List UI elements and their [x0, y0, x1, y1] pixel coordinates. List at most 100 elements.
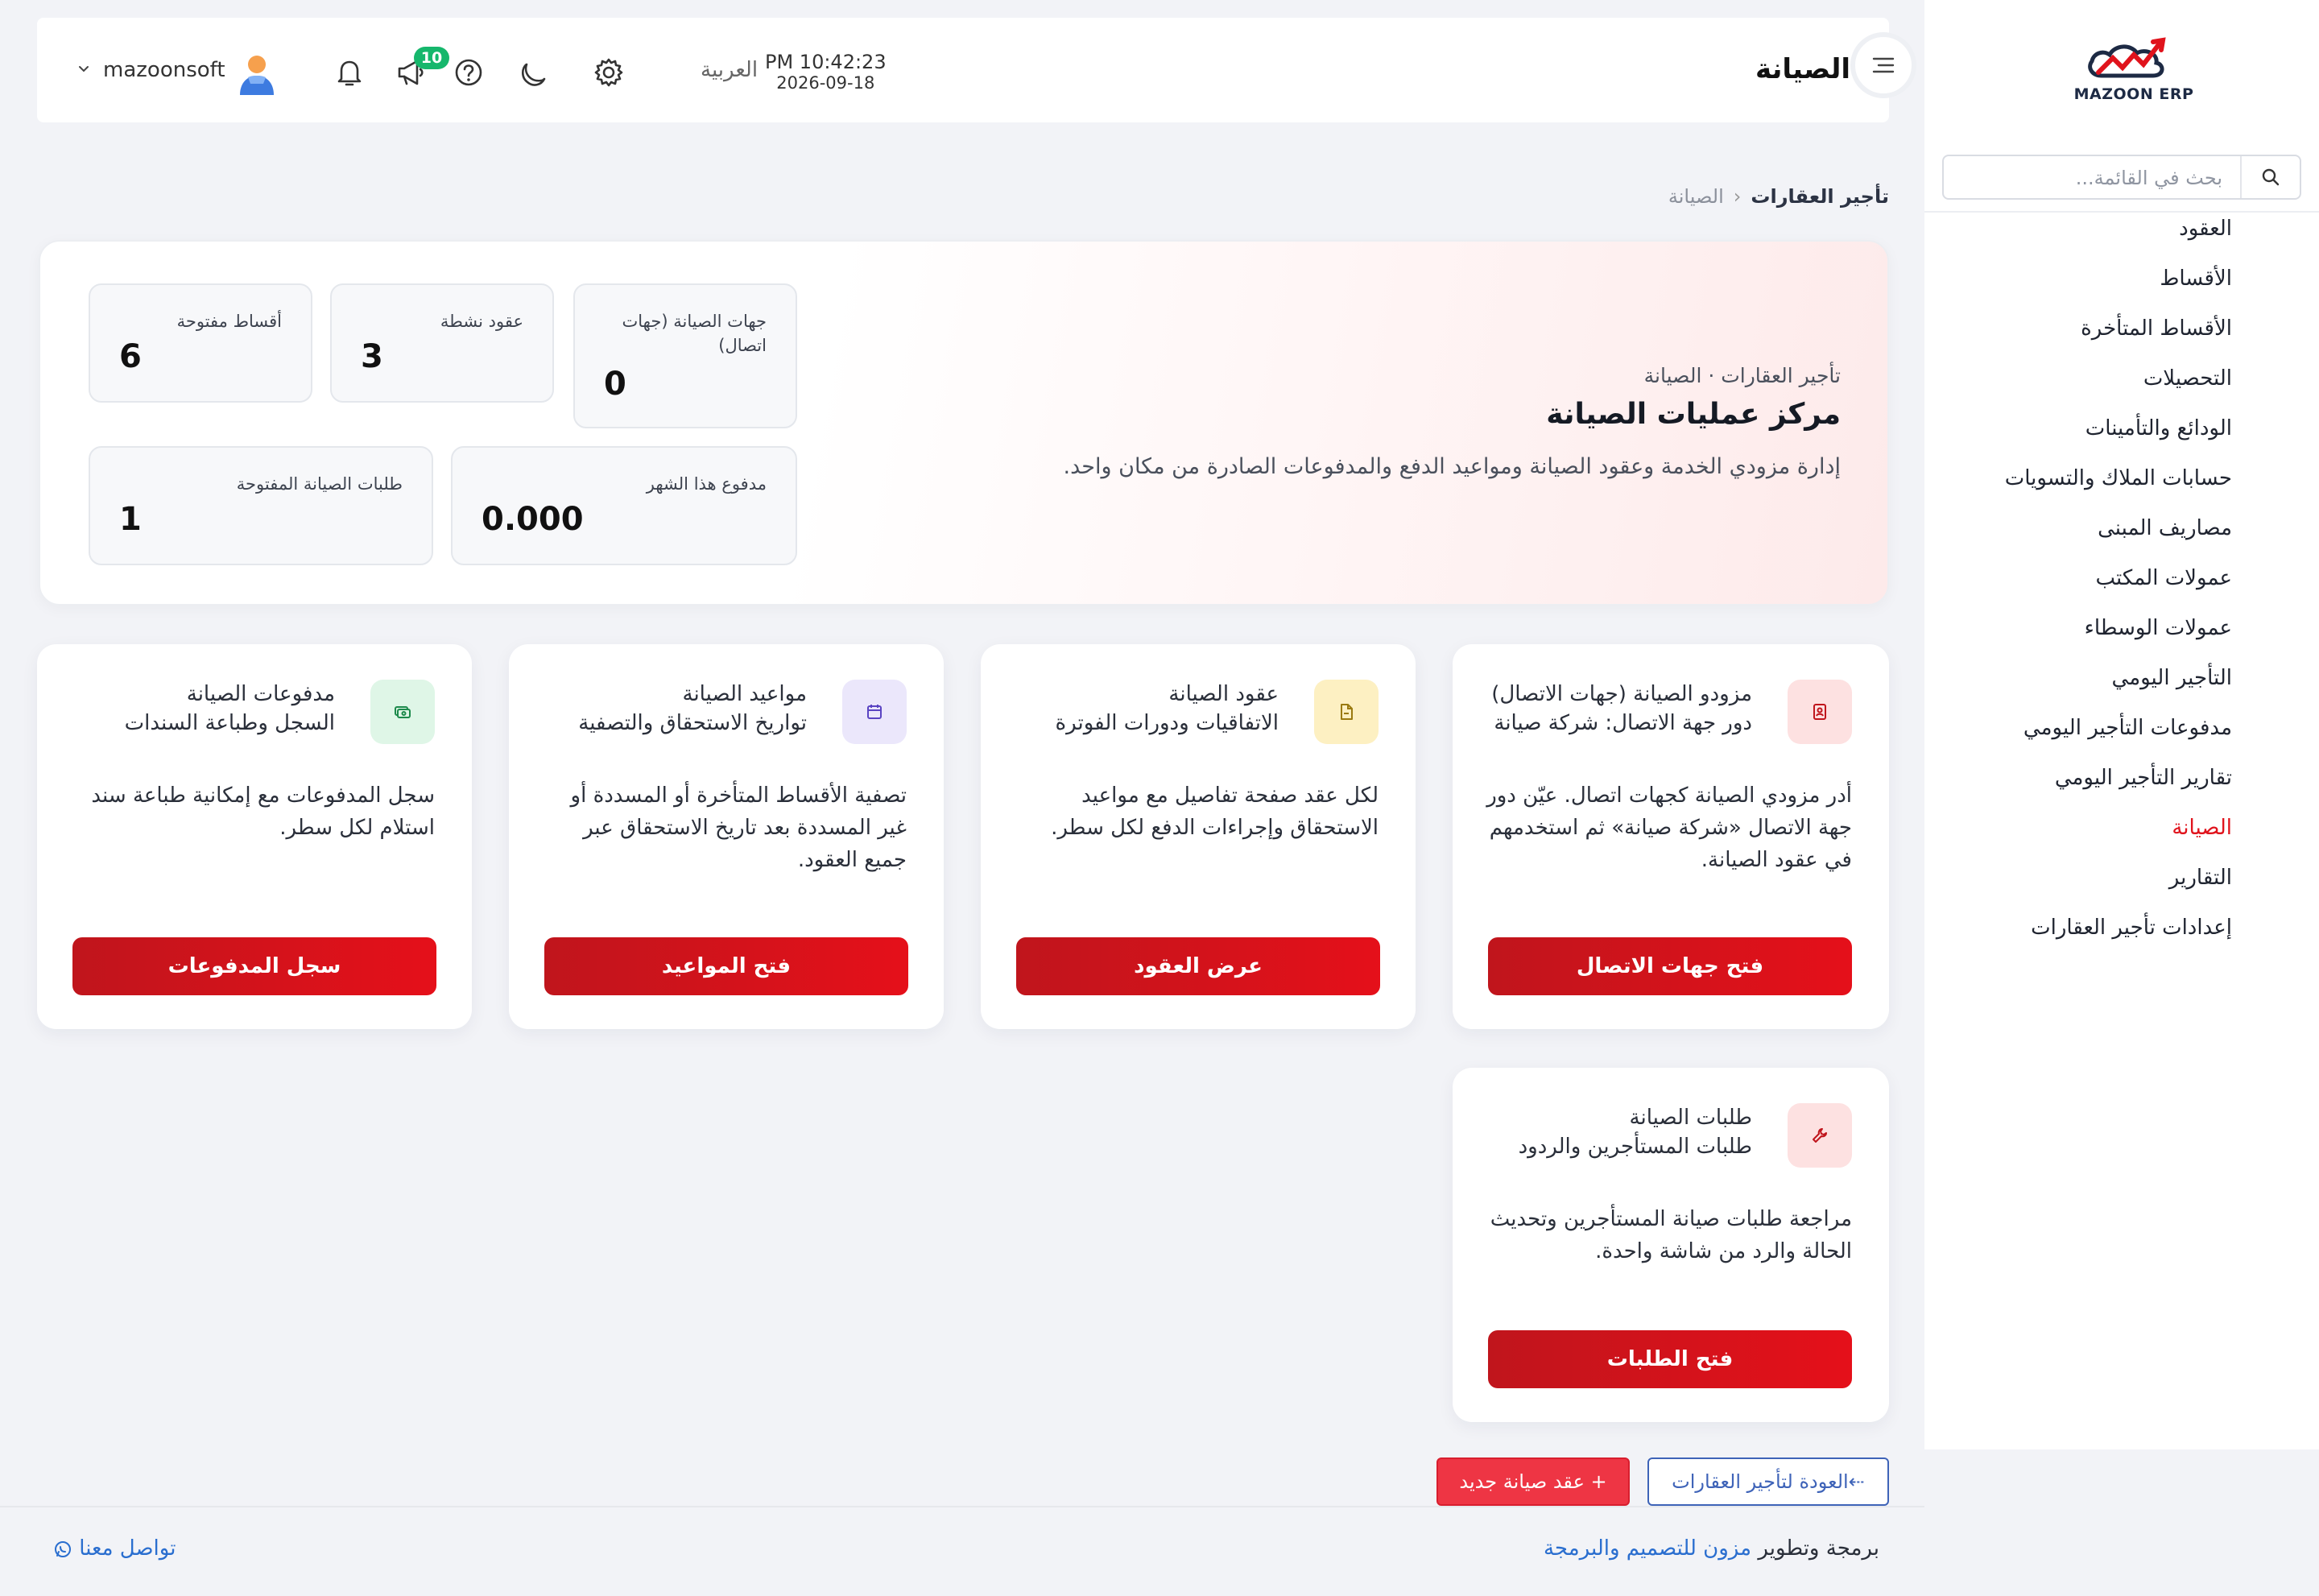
card-description: تصفية الأقساط المتأخرة أو المسددة أو غير… — [570, 784, 907, 872]
sidebar-item-contracts[interactable]: العقود — [1910, 211, 2232, 261]
clock: PM 10:42:23 2026-09-18 — [765, 50, 887, 92]
card-description: لكل عقد صفحة تفاصيل مع مواعيد الاستحقاق … — [1051, 784, 1379, 840]
sidebar-item-deposits[interactable]: الودائع والتأمينات — [1910, 411, 2232, 461]
new-maintenance-contract-button[interactable]: + عقد صيانة جديد — [1436, 1457, 1630, 1506]
card-subtitle: دور جهة الاتصال: شركة صيانة — [1494, 711, 1752, 735]
footer-credit-link[interactable]: مزون للتصميم والبرمجة — [1544, 1536, 1751, 1561]
sidebar-item-daily-rental[interactable]: التأجير اليومي — [1910, 660, 2232, 710]
card-schedule: مواعيد الصيانة تواريخ الاستحقاق والتصفية… — [509, 644, 944, 1029]
card-subtitle: الاتفاقيات ودورات الفوترة — [1055, 711, 1279, 735]
breadcrumb: تأجير العقارات ‹ الصيانة — [1668, 185, 1889, 208]
bell-icon[interactable] — [332, 55, 367, 90]
notification-badge: 10 — [414, 47, 449, 69]
card-icon-box — [1788, 680, 1852, 744]
card-title: مدفوعات الصيانة — [186, 682, 335, 706]
calendar-icon — [867, 705, 882, 719]
money-icon — [395, 706, 411, 718]
contact-us-label: تواصل معنا — [79, 1536, 176, 1561]
footer-divider — [0, 1506, 1924, 1507]
hero-title: مركز عمليات الصيانة — [1546, 398, 1841, 431]
moon-icon[interactable] — [517, 55, 552, 90]
menu-toggle-button[interactable] — [1850, 32, 1916, 98]
sidebar: MAZOON ERP العقود الأقساط الأقساط المتأخ… — [1924, 0, 2319, 1449]
open-requests-button[interactable]: فتح الطلبات — [1488, 1330, 1852, 1388]
hamburger-icon — [1872, 57, 1895, 73]
stat-label: مدفوع هذا الشهر — [646, 474, 767, 494]
stat-value: 3 — [361, 338, 383, 375]
hero-panel: تأجير العقارات · الصيانة مركز عمليات الص… — [39, 240, 1889, 606]
clock-date: 2026-09-18 — [776, 73, 875, 93]
footer-credit: برمجة وتطوير مزون للتصميم والبرمجة — [1544, 1536, 1879, 1561]
stat-value: 0.000 — [482, 501, 584, 538]
card-title: طلبات الصيانة — [1629, 1106, 1752, 1130]
sidebar-item-office-commissions[interactable]: عمولات المكتب — [1910, 560, 2232, 610]
search-divider — [2240, 156, 2242, 198]
contact-card-icon — [1813, 704, 1826, 720]
sidebar-item-daily-rental-reports[interactable]: تقارير التأجير اليومي — [1910, 760, 2232, 810]
sidebar-item-overdue-installments[interactable]: الأقساط المتأخرة — [1910, 311, 2232, 361]
stat-open-requests: طلبات الصيانة المفتوحة 1 — [89, 446, 433, 565]
breadcrumb-root[interactable]: تأجير العقارات — [1751, 185, 1889, 208]
sidebar-item-broker-commissions[interactable]: عمولات الوسطاء — [1910, 610, 2232, 660]
card-title: عقود الصيانة — [1168, 682, 1279, 706]
gear-icon[interactable] — [591, 55, 626, 90]
logo-text: MAZOON ERP — [2073, 85, 2194, 103]
avatar[interactable] — [237, 52, 277, 97]
top-header: الصيانة PM 10:42:23 2026-09-18 العربية 1… — [37, 18, 1889, 122]
sidebar-item-installments[interactable]: الأقساط — [1910, 261, 2232, 311]
card-icon-box — [842, 680, 907, 744]
stat-value: 1 — [119, 501, 142, 538]
sidebar-item-owner-accounts[interactable]: حسابات الملاك والتسويات — [1910, 461, 2232, 511]
sidebar-search — [1942, 155, 2301, 200]
clock-time: PM 10:42:23 — [765, 51, 887, 73]
chevron-down-icon[interactable] — [77, 64, 90, 74]
payments-log-button[interactable]: سجل المدفوعات — [72, 937, 436, 995]
card-icon-box — [1314, 680, 1379, 744]
card-description: أدر مزودي الصيانة كجهات اتصال. عيّن دور … — [1486, 784, 1852, 872]
language-switch[interactable]: العربية — [701, 58, 758, 82]
sidebar-item-settings[interactable]: إعدادات تأجير العقارات — [1910, 910, 2232, 960]
stat-label: أقساط مفتوحة — [176, 312, 282, 331]
open-schedule-button[interactable]: فتح المواعيد — [544, 937, 908, 995]
footer-credit-prefix: برمجة وتطوير — [1751, 1536, 1879, 1561]
stat-open-installments: أقساط مفتوحة 6 — [89, 283, 312, 403]
sidebar-item-maintenance[interactable]: الصيانة — [1910, 810, 2232, 860]
sidebar-menu: العقود الأقساط الأقساط المتأخرة التحصيلا… — [1910, 211, 2232, 960]
page-title: الصيانة — [1755, 53, 1850, 85]
card-title: مواعيد الصيانة — [682, 682, 808, 706]
back-to-rentals-button[interactable]: ⇠العودة لتأجير العقارات — [1647, 1457, 1889, 1506]
contact-us-link[interactable]: تواصل معنا — [45, 1536, 176, 1561]
card-description: سجل المدفوعات مع إمكانية طباعة سند استلا… — [91, 784, 435, 840]
whatsapp-icon — [55, 1540, 71, 1557]
sidebar-search-input[interactable] — [1965, 164, 2222, 192]
username[interactable]: mazoonsoft — [103, 58, 225, 82]
logo-graphic-icon — [2088, 37, 2166, 78]
wrench-icon — [1813, 1128, 1827, 1143]
card-subtitle: السجل وطباعة السندات — [124, 711, 335, 735]
view-contracts-button[interactable]: عرض العقود — [1016, 937, 1380, 995]
card-providers: مزودو الصيانة (جهات الاتصال) دور جهة الا… — [1453, 644, 1889, 1029]
sidebar-item-reports[interactable]: التقارير — [1910, 860, 2232, 910]
card-icon-box — [1788, 1103, 1852, 1168]
open-contacts-button[interactable]: فتح جهات الاتصال — [1488, 937, 1852, 995]
card-description: مراجعة طلبات صيانة المستأجرين وتحديث الح… — [1490, 1207, 1852, 1263]
sidebar-item-daily-rental-payments[interactable]: مدفوعات التأجير اليومي — [1910, 710, 2232, 760]
help-icon[interactable] — [451, 55, 486, 90]
sidebar-item-collections[interactable]: التحصيلات — [1910, 361, 2232, 411]
breadcrumb-current: الصيانة — [1668, 185, 1724, 208]
stat-value: 6 — [119, 338, 142, 375]
search-icon[interactable] — [2261, 167, 2280, 187]
card-subtitle: تواريخ الاستحقاق والتصفية — [578, 711, 807, 735]
stat-label: طلبات الصيانة المفتوحة — [236, 474, 403, 494]
hero-description: إدارة مزودي الخدمة وعقود الصيانة ومواعيد… — [1063, 454, 1841, 479]
mazoon-logo[interactable]: MAZOON ERP — [2069, 32, 2198, 113]
card-subtitle: طلبات المستأجرين والردود — [1518, 1135, 1752, 1159]
card-title: مزودو الصيانة (جهات الاتصال) — [1491, 682, 1752, 706]
document-icon — [1341, 704, 1353, 720]
stat-providers: جهات الصيانة (جهات اتصال) 0 — [573, 283, 797, 428]
stat-value: 0 — [604, 366, 626, 403]
stat-active-contracts: عقود نشطة 3 — [330, 283, 554, 403]
sidebar-item-building-expenses[interactable]: مصاريف المبنى — [1910, 511, 2232, 560]
card-payments: مدفوعات الصيانة السجل وطباعة السندات سجل… — [37, 644, 472, 1029]
card-contracts: عقود الصيانة الاتفاقيات ودورات الفوترة ل… — [981, 644, 1416, 1029]
